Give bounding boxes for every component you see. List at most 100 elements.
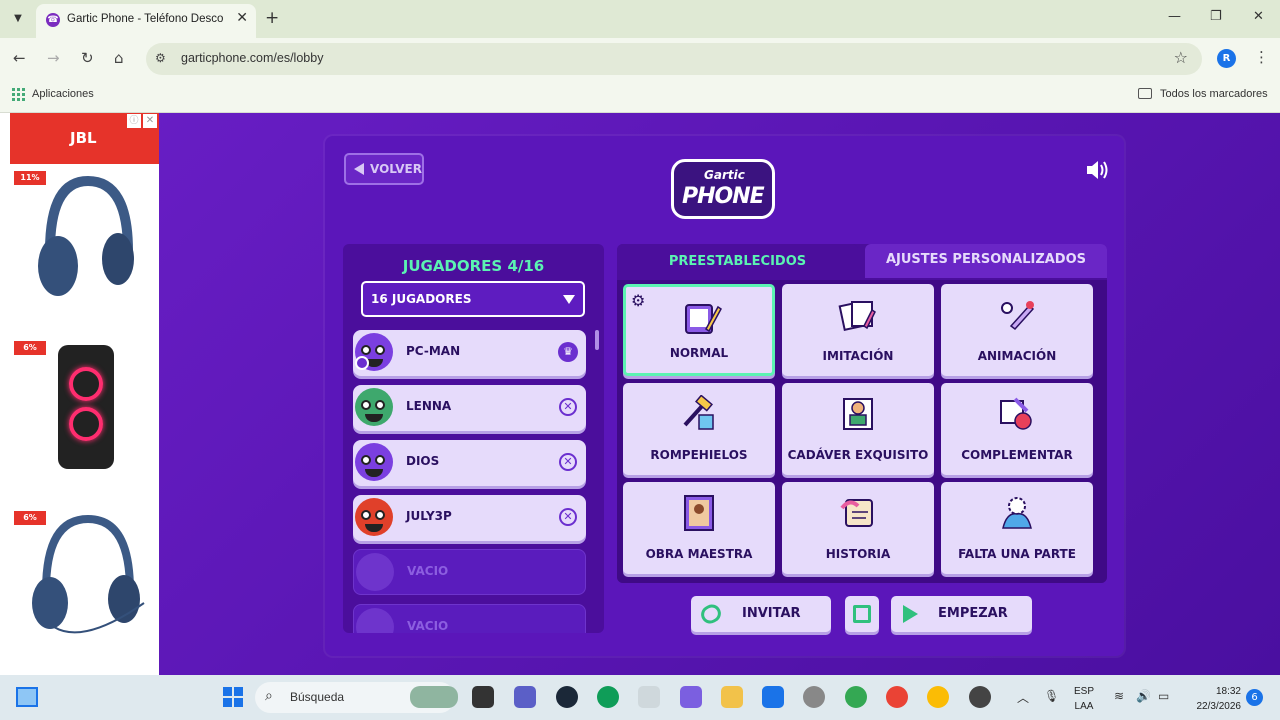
players-select-label: 16 JUGADORES xyxy=(371,292,472,306)
apps-grid-icon[interactable] xyxy=(12,88,25,101)
headphones-image[interactable] xyxy=(24,511,148,645)
avatar-eye xyxy=(361,400,371,410)
invite-button[interactable]: INVITAR xyxy=(691,596,831,632)
volume-icon[interactable]: 🔊 xyxy=(1136,689,1151,703)
app-icon[interactable] xyxy=(969,686,991,708)
jbl-advertisement[interactable]: JBL ⓘ ✕ 11% OFF 6% OFF 6% OFF xyxy=(10,113,159,675)
terminal-icon[interactable] xyxy=(472,686,494,708)
search-icon: ⌕ xyxy=(265,688,273,704)
edge-icon[interactable] xyxy=(597,686,619,708)
ad-close-icon[interactable]: ✕ xyxy=(143,114,157,128)
battery-icon[interactable]: ▭ xyxy=(1158,689,1169,703)
teams-icon[interactable] xyxy=(514,686,536,708)
chrome-icon[interactable] xyxy=(886,686,908,708)
link-icon xyxy=(697,601,725,627)
mode-label: CADÁVER EXQUISITO xyxy=(787,448,929,462)
modes-grid: ⚙ NORMAL IMITACIÓN ANIMACIÓN ROMPEHIELOS… xyxy=(617,280,1107,583)
players-scrollbar[interactable] xyxy=(595,330,599,350)
menu-icon[interactable]: ⋮ xyxy=(1254,48,1269,66)
language-indicator[interactable]: ESP LAA xyxy=(1074,684,1094,714)
clock[interactable]: 18:32 22/3/2026 xyxy=(1185,684,1242,714)
close-window-icon[interactable]: ✕ xyxy=(1253,9,1264,24)
widgets-icon[interactable] xyxy=(16,687,38,707)
tab-title: Gartic Phone - Teléfono Descon xyxy=(67,13,223,25)
mode-card-cadaver-exquisito[interactable]: CADÁVER EXQUISITO xyxy=(782,383,934,475)
bookmark-apps[interactable]: Aplicaciones xyxy=(32,88,94,100)
bookmark-all[interactable]: Todos los marcadores xyxy=(1160,88,1268,100)
mode-card-complementar[interactable]: COMPLEMENTAR xyxy=(941,383,1093,475)
page-edge xyxy=(0,113,10,675)
home-icon[interactable]: ⌂ xyxy=(114,49,124,67)
minimize-icon[interactable]: — xyxy=(1168,9,1181,24)
mode-label: COMPLEMENTAR xyxy=(961,448,1073,462)
new-tab-icon[interactable]: + xyxy=(265,8,279,28)
ad-header[interactable]: JBL ⓘ ✕ xyxy=(10,113,159,164)
search-highlight-icon[interactable] xyxy=(410,686,458,708)
player-row[interactable]: JULY3P ✕ xyxy=(353,495,586,541)
chevron-down-icon xyxy=(563,295,575,304)
back-button[interactable]: VOLVER xyxy=(344,153,424,185)
headphones-image[interactable] xyxy=(32,171,136,305)
mode-card-falta-una-parte[interactable]: FALTA UNA PARTE xyxy=(941,482,1093,574)
ad-info-icon[interactable]: ⓘ xyxy=(127,114,141,128)
windows-start-icon[interactable] xyxy=(223,687,243,707)
steam-icon[interactable] xyxy=(556,686,578,708)
forward-icon[interactable]: → xyxy=(47,49,60,67)
tab-custom-settings[interactable]: AJUSTES PERSONALIZADOS xyxy=(865,244,1107,278)
browser-tab[interactable]: ☎ Gartic Phone - Teléfono Descon ✕ xyxy=(36,4,256,38)
copilot-icon[interactable] xyxy=(680,686,702,708)
mode-card-animacion[interactable]: ANIMACIÓN xyxy=(941,284,1093,376)
wifi-icon[interactable]: ≋ xyxy=(1114,689,1124,703)
close-tab-icon[interactable]: ✕ xyxy=(236,10,248,26)
mode-card-obra-maestra[interactable]: OBRA MAESTRA xyxy=(623,482,775,574)
taskbar-search-label: Búsqueda xyxy=(290,690,345,704)
players-count-select[interactable]: 16 JUGADORES xyxy=(361,281,585,317)
notification-badge[interactable]: 6 xyxy=(1246,689,1263,706)
bookmark-star-icon[interactable]: ☆ xyxy=(1174,48,1188,67)
lang-top: ESP xyxy=(1074,686,1095,697)
outlook-icon[interactable] xyxy=(762,686,784,708)
speaker-image[interactable] xyxy=(58,345,114,469)
chevron-up-icon[interactable]: ︿ xyxy=(1017,689,1029,706)
restore-icon[interactable]: ❐ xyxy=(1210,9,1222,24)
gear-icon[interactable]: ⚙ xyxy=(631,291,645,310)
kick-player-icon[interactable]: ✕ xyxy=(559,398,577,416)
tab-presets[interactable]: PREESTABLECIDOS xyxy=(617,244,858,280)
jbl-logo: JBL xyxy=(70,129,97,147)
player-row[interactable]: DIOS ✕ xyxy=(353,440,586,486)
avatar-head xyxy=(356,608,394,633)
player-row[interactable]: PC-MAN ♛ xyxy=(353,330,586,376)
reload-icon[interactable]: ↻ xyxy=(81,49,94,67)
player-avatar xyxy=(353,495,395,541)
app-icon[interactable] xyxy=(638,686,660,708)
player-row[interactable]: LENNA ✕ xyxy=(353,385,586,431)
empty-avatar xyxy=(354,550,396,596)
qr-code-button[interactable] xyxy=(845,596,879,632)
kick-player-icon[interactable]: ✕ xyxy=(559,453,577,471)
chrome-guest-icon[interactable] xyxy=(927,686,949,708)
folder-icon[interactable] xyxy=(1138,88,1152,99)
profile-avatar[interactable]: R xyxy=(1217,49,1236,68)
mode-label: OBRA MAESTRA xyxy=(645,547,753,561)
chrome-profile-icon[interactable] xyxy=(845,686,867,708)
clock-time: 18:32 xyxy=(1215,686,1241,697)
start-label: EMPEZAR xyxy=(938,606,1008,621)
mode-card-normal[interactable]: ⚙ NORMAL xyxy=(623,284,775,376)
mode-card-imitacion[interactable]: IMITACIÓN xyxy=(782,284,934,376)
avatar-head xyxy=(356,553,394,591)
site-info-icon[interactable]: ⚙ xyxy=(155,51,166,65)
url-text[interactable]: garticphone.com/es/lobby xyxy=(181,51,323,65)
mode-card-historia[interactable]: HISTORIA xyxy=(782,482,934,574)
tab-search-icon[interactable]: ▼ xyxy=(8,9,28,29)
scroll-story-icon xyxy=(840,499,873,527)
logo-main-text: PHONE xyxy=(682,184,765,209)
omnibox[interactable]: ⚙ garticphone.com/es/lobby ☆ xyxy=(146,43,1202,75)
microphone-icon[interactable]: 🎙 xyxy=(1044,689,1059,703)
sound-icon[interactable] xyxy=(1085,159,1109,181)
back-icon[interactable]: ← xyxy=(13,49,26,67)
kick-player-icon[interactable]: ✕ xyxy=(559,508,577,526)
start-button[interactable]: EMPEZAR xyxy=(891,596,1032,632)
settings-icon[interactable] xyxy=(803,686,825,708)
mode-card-rompehielos[interactable]: ROMPEHIELOS xyxy=(623,383,775,475)
file-explorer-icon[interactable] xyxy=(721,686,743,708)
